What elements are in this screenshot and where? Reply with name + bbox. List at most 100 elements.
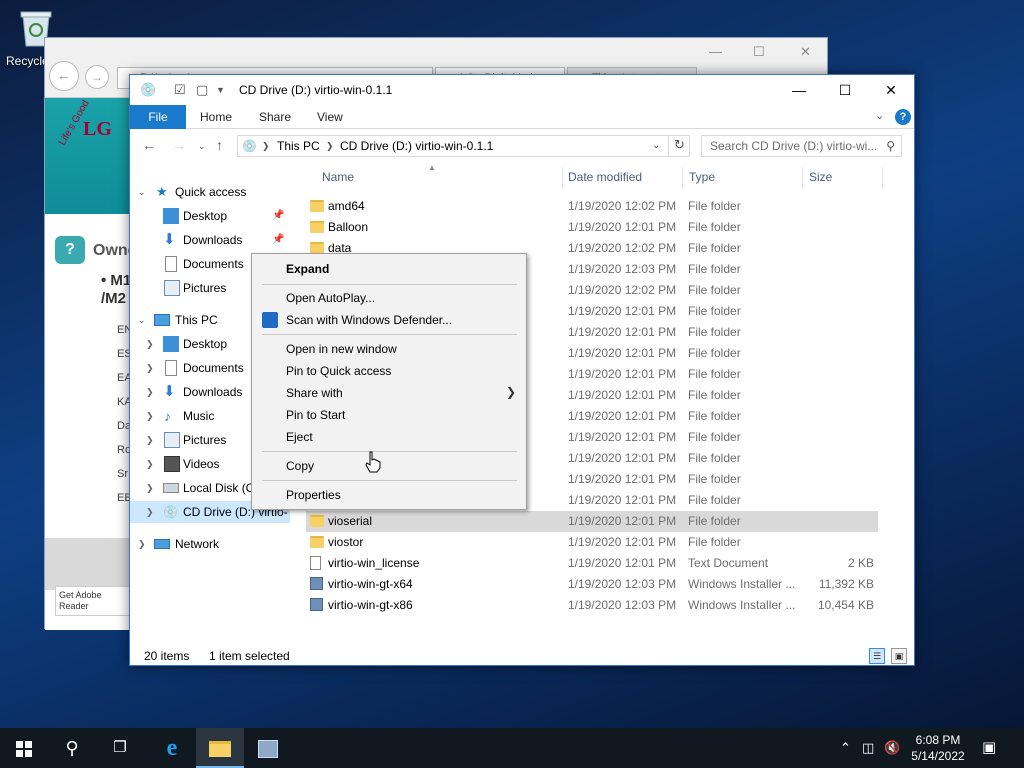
chevron-right-icon[interactable]: ❯ bbox=[146, 405, 154, 427]
menu-item-properties[interactable]: Properties bbox=[286, 484, 341, 506]
chevron-right-icon[interactable]: ❯ bbox=[146, 381, 154, 403]
pin-icon[interactable]: 📌 bbox=[272, 205, 284, 227]
file-row[interactable]: amd64 1/19/2020 12:02 PM File folder bbox=[306, 196, 878, 217]
address-dropdown-icon[interactable]: ⌄ bbox=[652, 140, 660, 151]
system-clock[interactable]: 6:08 PM 5/14/2022 bbox=[902, 732, 974, 764]
chevron-right-icon[interactable]: ❯ bbox=[326, 141, 334, 152]
details-view-icon[interactable]: ☰ bbox=[869, 648, 885, 664]
volume-muted-icon[interactable]: 🔇 bbox=[884, 728, 900, 768]
pin-icon[interactable]: 📌 bbox=[272, 229, 284, 251]
menu-item-expand[interactable]: Expand bbox=[286, 258, 329, 280]
ie-minimize-icon[interactable]: — bbox=[709, 44, 722, 59]
nav-qa-desktop[interactable]: Desktop 📌 bbox=[130, 205, 290, 227]
network-status-icon[interactable]: ◫ bbox=[862, 728, 874, 768]
file-date: 1/19/2020 12:01 PM bbox=[568, 220, 677, 234]
qat-dropdown-icon[interactable]: ▼ bbox=[216, 85, 225, 95]
file-name: vioserial bbox=[328, 514, 373, 528]
maximize-button[interactable]: ☐ bbox=[822, 75, 868, 105]
column-name[interactable]: Name bbox=[322, 170, 354, 184]
pictures-icon bbox=[164, 280, 180, 296]
clock-time: 6:08 PM bbox=[915, 733, 961, 747]
address-bar[interactable]: 💿 ❯ This PC ❯ CD Drive (D:) virtio-win-0… bbox=[237, 135, 690, 157]
column-type[interactable]: Type bbox=[689, 170, 715, 184]
file-date: 1/19/2020 12:01 PM bbox=[568, 346, 677, 360]
refresh-icon[interactable]: ↻ bbox=[668, 135, 690, 157]
chevron-right-icon[interactable]: ❯ bbox=[146, 333, 154, 355]
notifications-icon[interactable]: ▣ bbox=[982, 728, 996, 768]
ie-maximize-icon[interactable]: ☐ bbox=[753, 44, 765, 60]
search-icon[interactable]: ⚲ bbox=[48, 728, 96, 768]
large-icons-view-icon[interactable]: ▣ bbox=[891, 648, 907, 664]
menu-item-pin-start[interactable]: Pin to Start bbox=[286, 404, 345, 426]
tab-share[interactable]: Share bbox=[245, 105, 305, 129]
chevron-right-icon[interactable]: ❯ bbox=[146, 477, 154, 499]
menu-item-share-with[interactable]: Share with bbox=[286, 382, 343, 404]
menu-item-open-autoplay[interactable]: Open AutoPlay... bbox=[286, 287, 375, 309]
adobe-reader-badge[interactable]: Get Adobe Reader bbox=[55, 586, 131, 616]
file-row[interactable]: virtio-win_license 1/19/2020 12:01 PM Text… bbox=[306, 553, 878, 574]
file-row[interactable]: virtio-win-gt-x64 1/19/2020 12:03 PM Windo… bbox=[306, 574, 878, 595]
menu-item-pin-quick-access[interactable]: Pin to Quick access bbox=[286, 360, 391, 382]
chevron-right-icon[interactable]: ❯ bbox=[146, 453, 154, 475]
minimize-button[interactable]: — bbox=[776, 75, 822, 105]
clock-date: 5/14/2022 bbox=[911, 749, 965, 763]
up-icon[interactable]: ↑ bbox=[216, 137, 223, 153]
file-row[interactable]: vioserial 1/19/2020 12:01 PM File folder bbox=[306, 511, 878, 532]
recent-locations-icon[interactable]: ⌄ bbox=[198, 141, 206, 152]
help-icon[interactable]: ? bbox=[895, 109, 911, 125]
menu-item-copy[interactable]: Copy bbox=[286, 455, 314, 477]
task-view-icon[interactable]: ❐ bbox=[96, 728, 144, 768]
ribbon-expand-icon[interactable]: ⌄ bbox=[875, 109, 884, 122]
tab-home[interactable]: Home bbox=[186, 105, 246, 129]
chevron-right-icon[interactable]: ❯ bbox=[146, 429, 154, 451]
internet-explorer-icon[interactable]: e bbox=[148, 728, 196, 768]
chevron-right-icon[interactable]: ❯ bbox=[146, 501, 154, 523]
file-type: File folder bbox=[688, 367, 741, 381]
chevron-right-icon[interactable]: ❯ bbox=[146, 357, 154, 379]
file-row[interactable]: virtio-win-gt-x86 1/19/2020 12:03 PM Windo… bbox=[306, 595, 878, 616]
server-manager-icon[interactable] bbox=[244, 728, 292, 768]
column-size[interactable]: Size bbox=[809, 170, 832, 184]
file-name: viostor bbox=[328, 535, 364, 549]
file-date: 1/19/2020 12:01 PM bbox=[568, 472, 677, 486]
chevron-right-icon[interactable]: ❯ bbox=[138, 533, 146, 555]
file-date: 1/19/2020 12:01 PM bbox=[568, 325, 677, 339]
file-row[interactable]: viostor 1/19/2020 12:01 PM File folder bbox=[306, 532, 878, 553]
menu-item-scan-defender[interactable]: Scan with Windows Defender... bbox=[286, 309, 452, 331]
ie-back-icon[interactable]: ← bbox=[49, 61, 79, 91]
file-date: 1/19/2020 12:02 PM bbox=[568, 199, 677, 213]
close-button[interactable]: ✕ bbox=[868, 75, 914, 105]
new-folder-qat-icon[interactable]: ▢ bbox=[196, 82, 208, 98]
show-hidden-icons-icon[interactable]: ⌃ bbox=[840, 728, 851, 768]
nav-qa-downloads[interactable]: ⬇ Downloads 📌 bbox=[130, 229, 290, 251]
start-button[interactable] bbox=[0, 728, 48, 768]
chevron-down-icon[interactable]: ⌄ bbox=[138, 181, 146, 203]
menu-item-eject[interactable]: Eject bbox=[286, 426, 313, 448]
explorer-titlebar[interactable]: 💿 ☑ ▢ ▼ CD Drive (D:) virtio-win-0.1.1 —… bbox=[130, 75, 914, 105]
drive-icon: 💿 bbox=[140, 82, 157, 97]
nav-network[interactable]: ❯ Network bbox=[130, 533, 290, 555]
chevron-down-icon[interactable]: ⌄ bbox=[138, 309, 146, 331]
breadcrumb-cd-drive[interactable]: CD Drive (D:) virtio-win-0.1.1 bbox=[340, 139, 493, 153]
folder-icon bbox=[310, 200, 324, 212]
menu-item-open-new-window[interactable]: Open in new window bbox=[286, 338, 397, 360]
file-explorer-taskbar-icon[interactable] bbox=[196, 728, 244, 768]
properties-qat-icon[interactable]: ☑ bbox=[174, 82, 186, 98]
back-icon[interactable]: ← bbox=[142, 137, 156, 153]
column-date-modified[interactable]: Date modified bbox=[568, 170, 642, 184]
file-date: 1/19/2020 12:02 PM bbox=[568, 283, 677, 297]
ie-forward-icon[interactable]: → bbox=[85, 65, 109, 89]
file-row[interactable]: Balloon 1/19/2020 12:01 PM File folder bbox=[306, 217, 878, 238]
breadcrumb-this-pc[interactable]: This PC bbox=[277, 139, 320, 153]
forward-icon[interactable]: → bbox=[172, 137, 186, 153]
chevron-right-icon[interactable]: ❯ bbox=[262, 141, 270, 152]
file-type: File folder bbox=[688, 325, 741, 339]
ie-close-icon[interactable]: ✕ bbox=[800, 44, 811, 60]
file-date: 1/19/2020 12:01 PM bbox=[568, 409, 677, 423]
shield-icon bbox=[262, 312, 278, 328]
search-input[interactable]: Search CD Drive (D:) virtio-wi... ⚲ bbox=[701, 135, 902, 157]
nav-quick-access[interactable]: ⌄ ★ Quick access bbox=[130, 181, 290, 203]
tab-view[interactable]: View bbox=[303, 105, 357, 129]
file-size: 2 KB bbox=[847, 556, 874, 570]
tab-file[interactable]: File bbox=[130, 105, 186, 129]
